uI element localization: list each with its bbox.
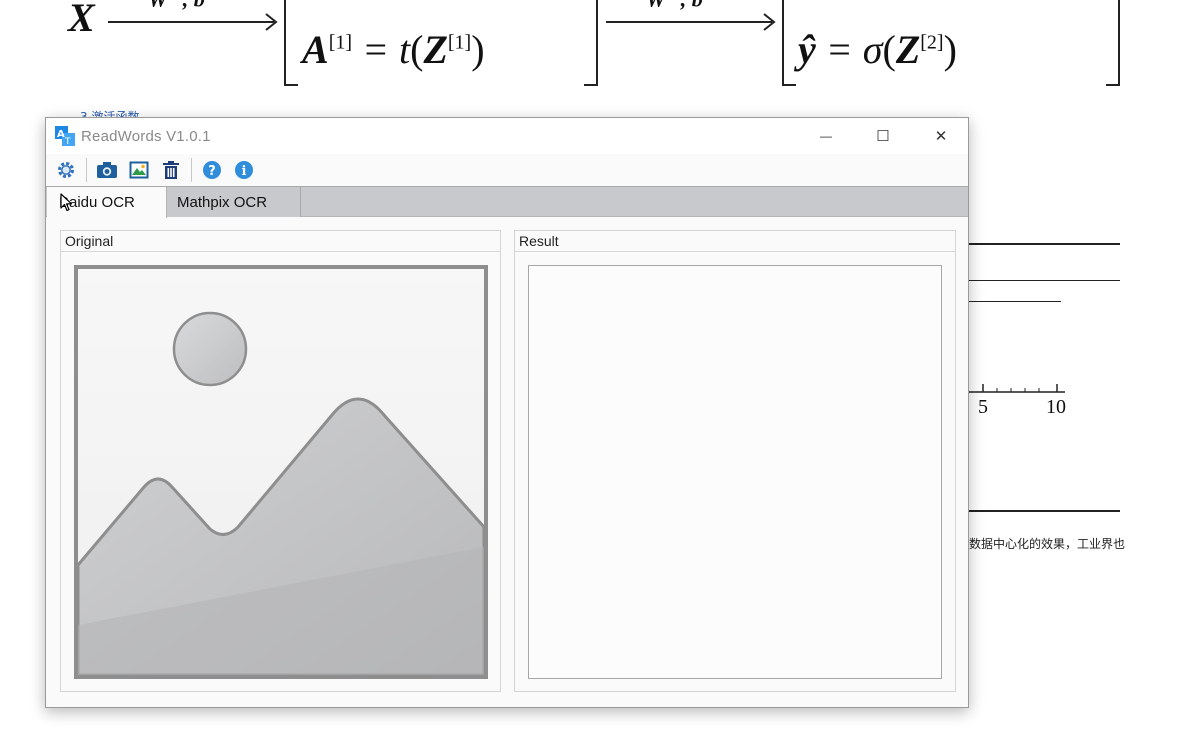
tab-mathpix-ocr[interactable]: Mathpix OCR [167, 187, 301, 217]
axis-tick-5: 5 [978, 396, 988, 418]
arrow-label-2: W[2], b[2] [646, 0, 718, 12]
gear-icon[interactable] [54, 158, 78, 182]
image-placeholder-icon [74, 265, 488, 679]
toolbar: ? i [46, 154, 968, 186]
toolbar-separator [86, 158, 87, 182]
formula-body-1: A[1] = t(Z[1]) [302, 27, 485, 72]
info-icon[interactable]: i [232, 158, 256, 182]
table-rule-thin [969, 301, 1061, 302]
result-textbox[interactable] [528, 265, 942, 679]
tab-bar: Baidu OCR Mathpix OCR [46, 186, 968, 218]
title-bar[interactable]: A T ReadWords V1.0.1 — ☐ ✕ [46, 118, 968, 154]
svg-text:i: i [242, 164, 247, 179]
table-rule-mid [969, 280, 1120, 281]
bracket-left-2 [782, 0, 796, 86]
arrow-label-1: W[1], b[1] [148, 0, 220, 12]
toolbar-separator [191, 158, 192, 182]
bracket-right-2 [1106, 0, 1120, 86]
bracket-left-1 [284, 0, 298, 86]
bracket-right-1 [584, 0, 598, 86]
formula-input-x: X [68, 0, 95, 40]
table-rule-top [969, 243, 1120, 245]
svg-text:?: ? [208, 164, 216, 179]
original-panel: Original [60, 230, 501, 692]
help-icon[interactable]: ? [200, 158, 224, 182]
readwords-window: A T ReadWords V1.0.1 — ☐ ✕ ? i Baidu OCR… [45, 117, 969, 708]
image-icon[interactable] [127, 158, 151, 182]
axis-tick-10: 10 [1046, 396, 1066, 418]
window-title: ReadWords V1.0.1 [81, 127, 211, 145]
formula-body-2: ŷ = σ(Z[2]) [798, 27, 957, 72]
minimize-button[interactable]: — [797, 118, 855, 154]
mouse-cursor-icon [60, 193, 73, 212]
image-placeholder[interactable] [74, 265, 488, 679]
maximize-button[interactable]: ☐ [854, 118, 912, 154]
result-panel: Result [514, 230, 956, 692]
result-panel-title: Result [515, 231, 955, 252]
svg-text:T: T [64, 137, 71, 146]
table-rule-bottom [969, 510, 1120, 512]
close-button[interactable]: ✕ [912, 118, 970, 154]
trash-icon[interactable] [159, 158, 183, 182]
original-panel-title: Original [61, 231, 500, 252]
svg-text:A: A [57, 129, 65, 140]
app-logo-icon: A T [55, 126, 75, 147]
camera-icon[interactable] [95, 158, 119, 182]
body-text-fragment: 数据中心化的效果，工业界也 [969, 537, 1126, 551]
